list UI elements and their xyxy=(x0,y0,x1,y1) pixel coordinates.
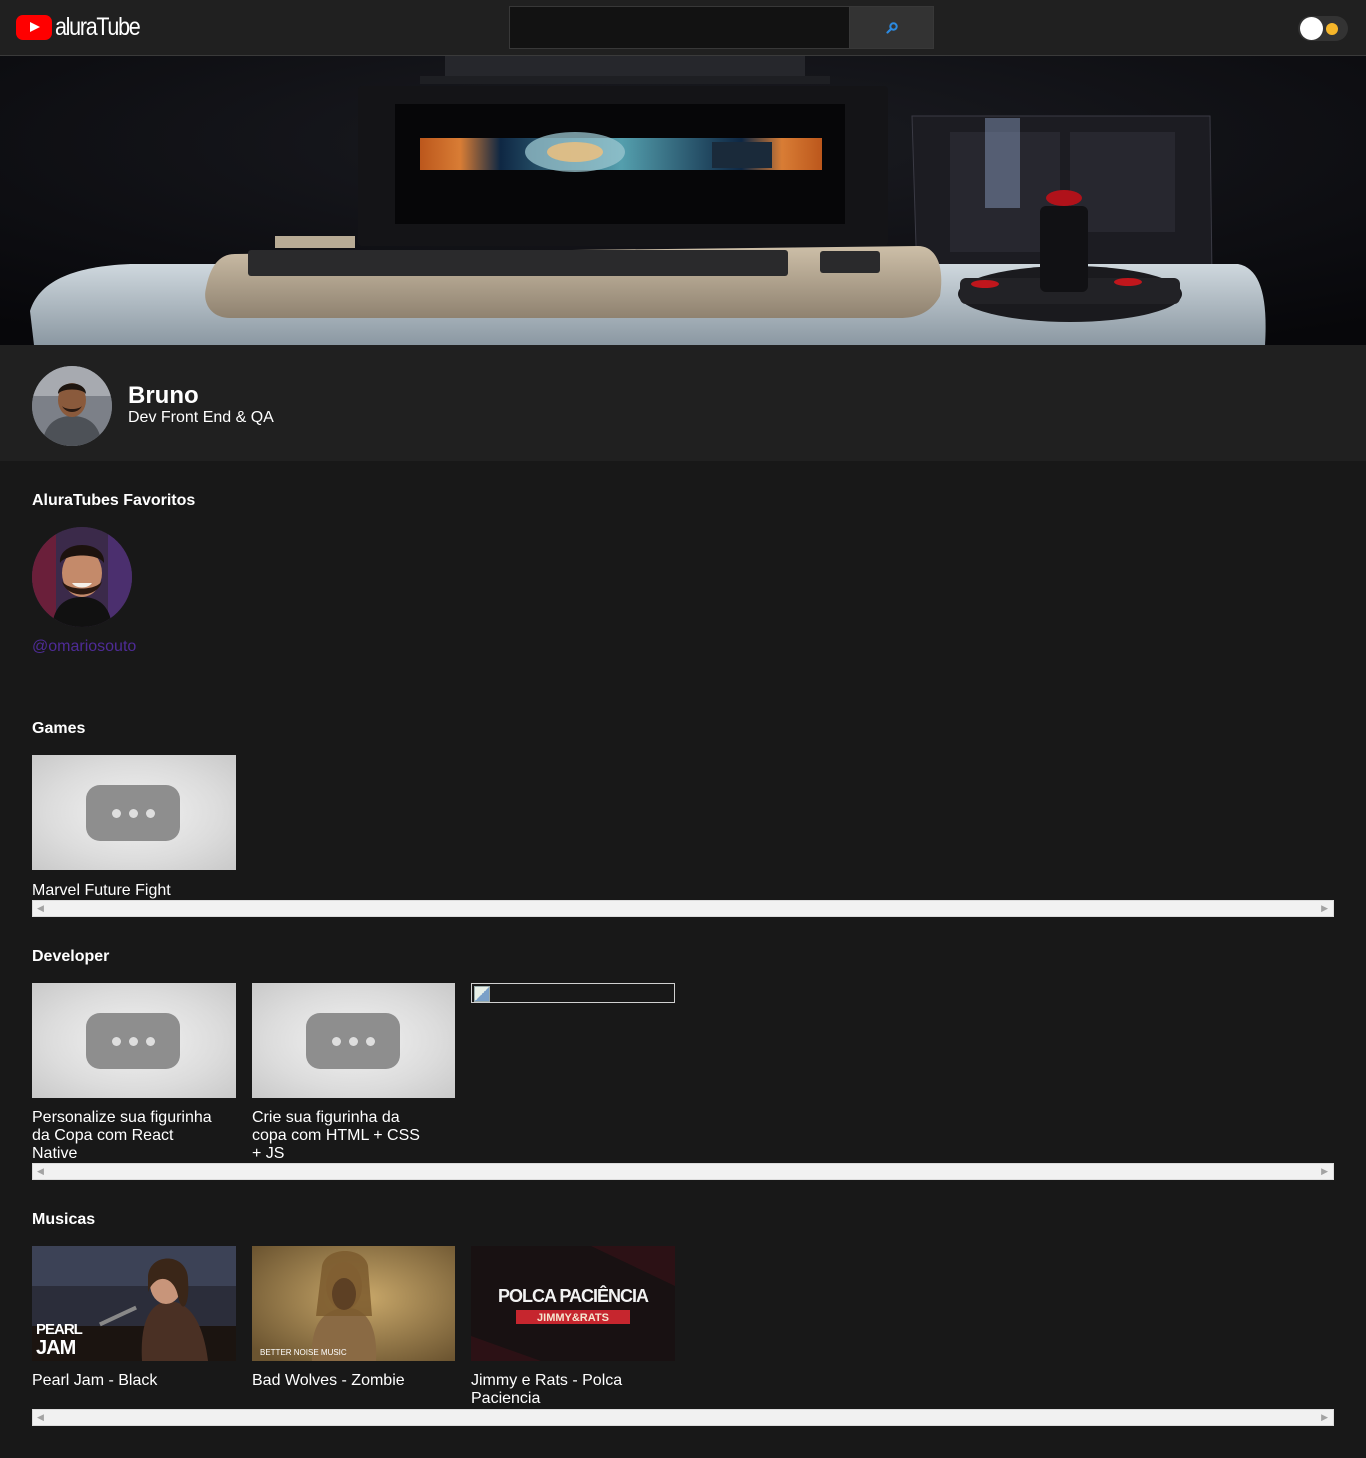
horizontal-scrollbar[interactable]: ◀ ▶ xyxy=(32,1409,1334,1426)
video-thumbnail: POLCA PACIÊNCIA JIMMY&RATS xyxy=(471,1246,675,1361)
loading-icon xyxy=(86,785,180,841)
video-thumbnail xyxy=(252,983,455,1098)
scroll-left-icon[interactable]: ◀ xyxy=(37,905,44,914)
loading-icon xyxy=(86,1013,180,1069)
search-button[interactable] xyxy=(849,7,933,48)
profile-header: Bruno Dev Front End & QA xyxy=(0,345,1366,461)
favorites-title: AluraTubes Favoritos xyxy=(32,492,196,509)
thumb-text: JAM xyxy=(36,1337,76,1359)
horizontal-scrollbar[interactable]: ◀ ▶ xyxy=(32,1163,1334,1180)
video-title: Marvel Future Fight xyxy=(32,882,171,899)
loading-icon xyxy=(306,1013,400,1069)
scroll-left-icon[interactable]: ◀ xyxy=(37,1168,44,1177)
video-title: Bad Wolves - Zombie xyxy=(252,1372,405,1389)
scroll-right-icon[interactable]: ▶ xyxy=(1321,1168,1328,1177)
video-title: Crie sua figurinha da copa com HTML + CS… xyxy=(252,1109,420,1162)
horizontal-scrollbar[interactable]: ◀ ▶ xyxy=(32,900,1334,917)
profile-name: Bruno xyxy=(128,382,199,409)
scroll-left-icon[interactable]: ◀ xyxy=(37,1414,44,1423)
top-menu: aluraTube xyxy=(0,0,1366,56)
scroll-right-icon[interactable]: ▶ xyxy=(1321,905,1328,914)
video-title: Jimmy e Rats - Polca Paciencia xyxy=(471,1372,623,1407)
banner-image xyxy=(0,56,1366,345)
video-thumbnail xyxy=(32,755,236,870)
video-card[interactable]: PEARL JAM Pearl Jam - Black xyxy=(32,1246,236,1390)
video-card[interactable]: POLCA PACIÊNCIA JIMMY&RATS Jimmy e Rats … xyxy=(471,1246,675,1408)
youtube-play-icon xyxy=(16,14,52,40)
theme-toggle[interactable] xyxy=(1298,16,1348,41)
video-card[interactable] xyxy=(471,983,675,1015)
sun-icon xyxy=(1327,24,1337,34)
retro-computer-illustration xyxy=(0,56,1366,345)
thumb-subtext: JIMMY&RATS xyxy=(537,1312,609,1324)
video-card[interactable]: Personalize sua figurinha da Copa com Re… xyxy=(32,983,236,1163)
profile-job: Dev Front End & QA xyxy=(128,409,274,426)
video-card[interactable]: Crie sua figurinha da copa com HTML + CS… xyxy=(252,983,456,1163)
logo-text: aluraTube xyxy=(55,12,141,41)
video-card[interactable]: BETTER NOISE MUSIC Bad Wolves - Zombie xyxy=(252,1246,456,1390)
playlist-title-developer: Developer xyxy=(32,948,110,965)
favorite-avatar[interactable] xyxy=(32,527,132,627)
thumb-text: PEARL xyxy=(36,1321,83,1338)
search-input[interactable] xyxy=(510,7,849,48)
search-bar xyxy=(509,6,934,49)
thumb-text: POLCA PACIÊNCIA xyxy=(498,1285,649,1306)
logo[interactable]: aluraTube xyxy=(16,12,153,42)
video-title: Personalize sua figurinha da Copa com Re… xyxy=(32,1109,212,1162)
video-thumbnail: BETTER NOISE MUSIC xyxy=(252,1246,455,1361)
thumb-text: BETTER NOISE MUSIC xyxy=(260,1348,347,1357)
video-title: Pearl Jam - Black xyxy=(32,1372,158,1389)
video-thumbnail xyxy=(32,983,236,1098)
scroll-right-icon[interactable]: ▶ xyxy=(1321,1414,1328,1423)
video-thumbnail: PEARL JAM xyxy=(32,1246,236,1361)
toggle-knob xyxy=(1300,17,1323,40)
playlist-title-games: Games xyxy=(32,720,86,737)
profile-avatar xyxy=(32,366,112,446)
search-icon xyxy=(885,21,898,34)
broken-image-icon xyxy=(471,983,675,1003)
playlist-title-musicas: Musicas xyxy=(32,1211,96,1228)
video-card[interactable]: Marvel Future Fight xyxy=(32,755,236,900)
favorite-handle[interactable]: @omariosouto xyxy=(32,638,136,656)
